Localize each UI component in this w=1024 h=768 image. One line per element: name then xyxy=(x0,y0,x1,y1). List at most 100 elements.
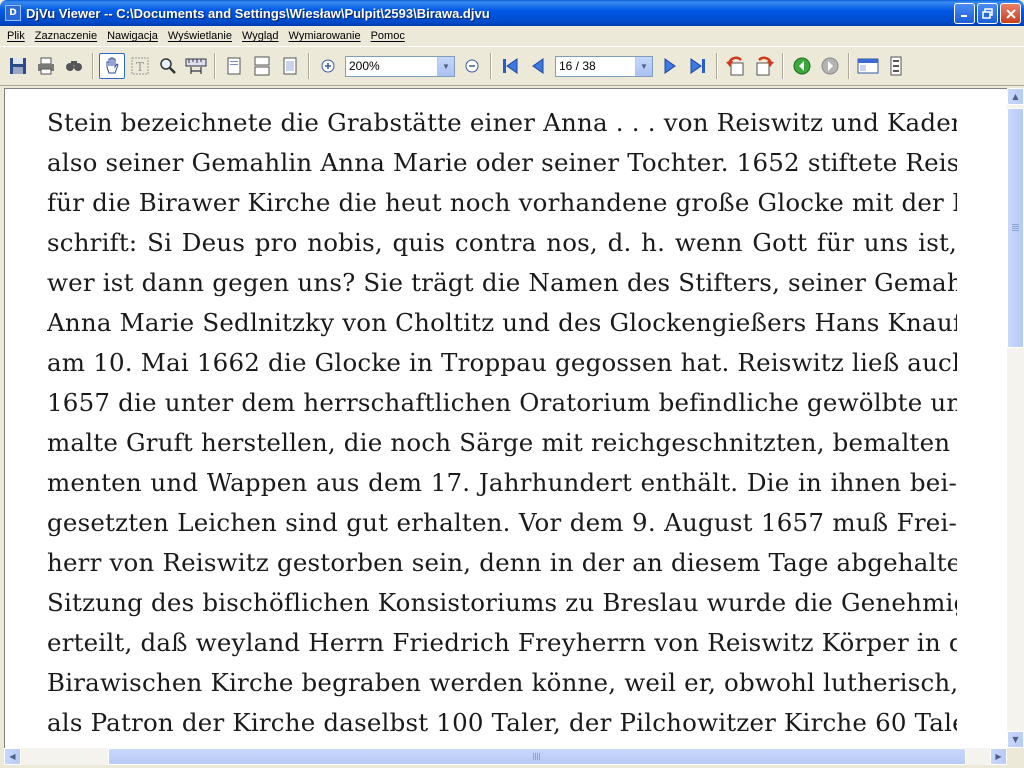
svg-text:T: T xyxy=(136,60,144,74)
text-line: malte Gruft herstellen, die noch Särge m… xyxy=(47,428,957,457)
toolbar: T 200% ▼ 16 / 38 ▼ xyxy=(0,46,1024,86)
next-page-icon xyxy=(664,58,676,74)
zoom-select[interactable]: 200% ▼ xyxy=(345,55,455,77)
ruler-icon xyxy=(185,58,207,74)
last-page-button[interactable] xyxy=(685,53,711,79)
text-line: 1657 die unter dem herrschaftlichen Orat… xyxy=(47,388,957,417)
next-page-button[interactable] xyxy=(657,53,683,79)
vertical-scrollbar[interactable]: ▲ ▼ xyxy=(1007,88,1024,748)
rotate-right-icon xyxy=(756,56,774,76)
text-line: Stein bezeichnete die Grabstätte einer A… xyxy=(47,108,957,137)
ruler-button[interactable] xyxy=(183,53,209,79)
toolbar-separator xyxy=(308,53,310,79)
save-icon xyxy=(10,58,26,74)
thumbnails-icon xyxy=(857,58,879,74)
text-line: erteilt, daß weyland Herrn Friedrich Fre… xyxy=(47,628,957,657)
scroll-left-button[interactable]: ◀ xyxy=(4,748,21,765)
chevron-down-icon[interactable]: ▼ xyxy=(635,56,652,76)
print-icon xyxy=(38,57,54,75)
first-page-icon xyxy=(503,58,518,74)
continuous-button[interactable] xyxy=(249,53,275,79)
menu-zaznaczenie[interactable]: Zaznaczenie xyxy=(30,26,102,46)
thumbnails-button[interactable] xyxy=(855,53,881,79)
text-line: Sitzung des bischöflichen Konsistoriums … xyxy=(47,588,957,617)
menu-plik[interactable]: Plik xyxy=(2,26,30,46)
text-line: Anna Marie Sedlnitzky von Choltitz und d… xyxy=(47,308,957,337)
zoom-tool-icon xyxy=(160,58,176,74)
hand-tool-button[interactable] xyxy=(99,53,125,79)
prev-page-icon xyxy=(532,58,544,74)
zoom-in-icon xyxy=(321,59,335,73)
facing-icon xyxy=(283,57,297,75)
rotate-left-button[interactable] xyxy=(723,53,749,79)
scroll-down-button[interactable]: ▼ xyxy=(1007,731,1024,748)
djvu-app-icon: D xyxy=(5,5,21,21)
hand-icon xyxy=(106,57,119,74)
forward-icon xyxy=(821,57,839,75)
facing-button[interactable] xyxy=(277,53,303,79)
zoom-out-button[interactable] xyxy=(459,53,485,79)
window-title: DjVu Viewer -- C:\Documents and Settings… xyxy=(26,5,490,21)
first-page-button[interactable] xyxy=(497,53,523,79)
toolbar-separator xyxy=(782,53,784,79)
page-value: 16 / 38 xyxy=(559,59,596,73)
rotate-right-button[interactable] xyxy=(751,53,777,79)
close-icon xyxy=(1005,8,1016,19)
text-line: Birawischen Kirche begraben werden könne… xyxy=(47,668,957,697)
text-select-icon: T xyxy=(131,57,149,75)
zoom-out-icon xyxy=(465,59,479,73)
text-line: also seiner Gemahlin Anna Marie oder sei… xyxy=(47,148,957,177)
rotate-left-icon xyxy=(726,56,744,76)
text-line: gesetzten Leichen sind gut erhalten. Vor… xyxy=(47,508,957,537)
toolbar-separator xyxy=(92,53,94,79)
menu-wyglad[interactable]: Wygląd xyxy=(237,26,284,46)
scroll-right-button[interactable]: ▶ xyxy=(990,748,1007,765)
horizontal-scroll-thumb[interactable] xyxy=(108,748,966,765)
horizontal-scrollbar[interactable]: ◀ ▶ xyxy=(4,748,1007,765)
bookmarks-button[interactable] xyxy=(883,53,909,79)
find-button[interactable] xyxy=(61,53,87,79)
toolbar-separator xyxy=(214,53,216,79)
page-select[interactable]: 16 / 38 ▼ xyxy=(555,55,653,77)
text-line: schrift: Si Deus pro nobis, quis contra … xyxy=(47,228,957,257)
text-select-button[interactable]: T xyxy=(127,53,153,79)
zoom-in-button[interactable] xyxy=(315,53,341,79)
zoom-tool-button[interactable] xyxy=(155,53,181,79)
menu-pomoc[interactable]: Pomoc xyxy=(366,26,410,46)
menu-nawigacja[interactable]: Nawigacja xyxy=(102,26,163,46)
minimize-icon xyxy=(961,15,967,17)
back-icon xyxy=(793,57,811,75)
prev-page-button[interactable] xyxy=(525,53,551,79)
grip-icon xyxy=(533,753,541,760)
title-bar[interactable]: D DjVu Viewer -- C:\Documents and Settin… xyxy=(0,0,1024,26)
close-button[interactable] xyxy=(1000,3,1021,24)
single-page-button[interactable] xyxy=(221,53,247,79)
text-line: wer ist dann gegen uns? Sie trägt die Na… xyxy=(47,268,957,297)
save-button[interactable] xyxy=(5,53,31,79)
find-icon xyxy=(66,61,82,71)
vertical-scroll-thumb[interactable] xyxy=(1007,108,1024,348)
text-line: als Patron der Kirche daselbst 100 Taler… xyxy=(47,708,957,737)
restore-icon xyxy=(982,8,993,19)
bookmarks-icon xyxy=(890,56,902,76)
last-page-icon xyxy=(690,58,705,74)
scroll-up-button[interactable]: ▲ xyxy=(1007,88,1024,105)
back-button[interactable] xyxy=(789,53,815,79)
document-viewport[interactable]: Stein bezeichnete die Grabstätte einer A… xyxy=(4,88,1007,748)
chevron-down-icon[interactable]: ▼ xyxy=(437,56,454,76)
print-button[interactable] xyxy=(33,53,59,79)
menu-bar: Plik Zaznaczenie Nawigacja Wyświetlanie … xyxy=(0,26,1024,46)
text-line: herr von Reiswitz gestorben sein, denn i… xyxy=(47,548,957,577)
toolbar-separator xyxy=(716,53,718,79)
forward-button[interactable] xyxy=(817,53,843,79)
continuous-icon xyxy=(254,56,270,76)
single-page-icon xyxy=(227,57,241,75)
grip-icon xyxy=(1012,224,1019,232)
toolbar-separator xyxy=(848,53,850,79)
text-line: am 10. Mai 1662 die Glocke in Troppau ge… xyxy=(47,348,957,377)
menu-wymiarowanie[interactable]: Wymiarowanie xyxy=(284,26,366,46)
menu-wyswietlanie[interactable]: Wyświetlanie xyxy=(163,26,237,46)
restore-button[interactable] xyxy=(977,3,998,24)
minimize-button[interactable] xyxy=(954,3,975,24)
text-line: für die Birawer Kirche die heut noch vor… xyxy=(47,188,957,217)
